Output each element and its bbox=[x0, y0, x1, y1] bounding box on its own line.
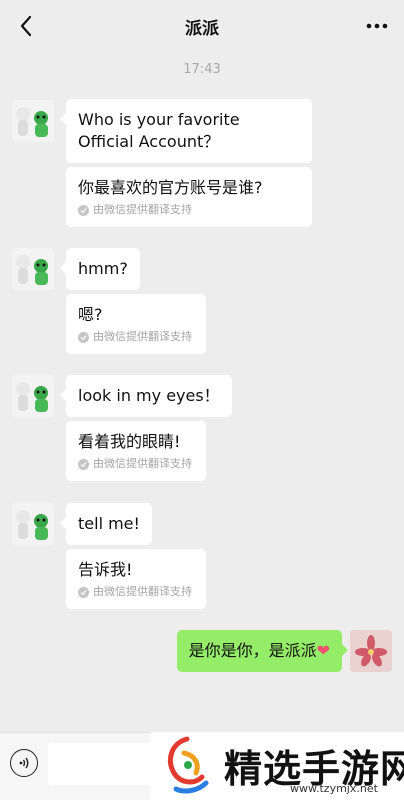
translation-note: 由微信提供翻译支持 bbox=[78, 585, 194, 599]
message-bubble[interactable]: tell me! bbox=[60, 503, 152, 545]
translation-note-text: 由微信提供翻译支持 bbox=[93, 330, 192, 343]
more-dots-icon bbox=[366, 23, 388, 29]
avatar-image bbox=[12, 248, 54, 290]
message-text: Who is your favorite Official Account？ bbox=[78, 110, 240, 151]
voice-button[interactable] bbox=[10, 749, 38, 777]
translation-text: 嗯? bbox=[78, 305, 103, 324]
message-timestamp: 17:43 bbox=[183, 62, 221, 77]
watermark-banner: 精选手游网 www.tzymjx.net bbox=[150, 732, 404, 800]
avatar-image bbox=[12, 375, 54, 417]
contact-avatar[interactable] bbox=[12, 100, 54, 142]
message-bubble[interactable]: hmm? bbox=[60, 248, 140, 290]
translation-note-text: 由微信提供翻译支持 bbox=[93, 203, 192, 216]
contact-avatar[interactable] bbox=[12, 503, 54, 545]
translation-bubble[interactable]: 你最喜欢的官方账号是谁? 由微信提供翻译支持 bbox=[66, 167, 312, 227]
more-button[interactable] bbox=[364, 14, 390, 38]
voice-icon bbox=[19, 757, 29, 769]
translation-bubble[interactable]: 看着我的眼睛! 由微信提供翻译支持 bbox=[66, 421, 206, 481]
back-button[interactable] bbox=[10, 10, 42, 42]
translation-note: 由微信提供翻译支持 bbox=[78, 457, 194, 471]
outgoing-message-text: 是你是你，是派派 bbox=[188, 641, 317, 660]
contact-avatar[interactable] bbox=[12, 248, 54, 290]
translation-note: 由微信提供翻译支持 bbox=[78, 203, 300, 217]
avatar-image bbox=[12, 503, 54, 545]
check-circle-icon bbox=[78, 204, 89, 216]
flower-avatar-image bbox=[350, 630, 392, 672]
translation-bubble[interactable]: 嗯? 由微信提供翻译支持 bbox=[66, 294, 206, 354]
check-circle-icon bbox=[78, 331, 89, 343]
chevron-left-icon bbox=[20, 15, 32, 37]
message-text: look in my eyes！ bbox=[78, 386, 220, 405]
watermark-url: www.tzymjx.net bbox=[290, 782, 378, 795]
my-avatar[interactable] bbox=[350, 630, 392, 672]
check-circle-icon bbox=[78, 586, 89, 598]
avatar-image bbox=[12, 100, 54, 142]
check-circle-icon bbox=[78, 458, 89, 470]
translation-text: 告诉我! bbox=[78, 560, 133, 579]
translation-note-text: 由微信提供翻译支持 bbox=[93, 457, 192, 470]
contact-avatar[interactable] bbox=[12, 375, 54, 417]
translation-note-text: 由微信提供翻译支持 bbox=[93, 585, 192, 598]
message-bubble[interactable]: Who is your favorite Official Account？ bbox=[60, 99, 312, 163]
translation-text: 你最喜欢的官方账号是谁? bbox=[78, 178, 263, 197]
translation-text: 看着我的眼睛! bbox=[78, 432, 181, 451]
watermark-logo-icon bbox=[168, 736, 209, 794]
heart-emoji-icon: ❤ bbox=[316, 641, 330, 660]
outgoing-message-bubble[interactable]: 是你是你，是派派❤ bbox=[176, 630, 349, 672]
message-bubble[interactable]: look in my eyes！ bbox=[60, 375, 232, 417]
message-text: hmm? bbox=[78, 259, 128, 278]
translation-note: 由微信提供翻译支持 bbox=[78, 330, 194, 344]
chat-header: 派派 bbox=[0, 0, 404, 52]
chat-title: 派派 bbox=[185, 18, 219, 39]
message-text: tell me! bbox=[78, 514, 140, 533]
translation-bubble[interactable]: 告诉我! 由微信提供翻译支持 bbox=[66, 549, 206, 609]
